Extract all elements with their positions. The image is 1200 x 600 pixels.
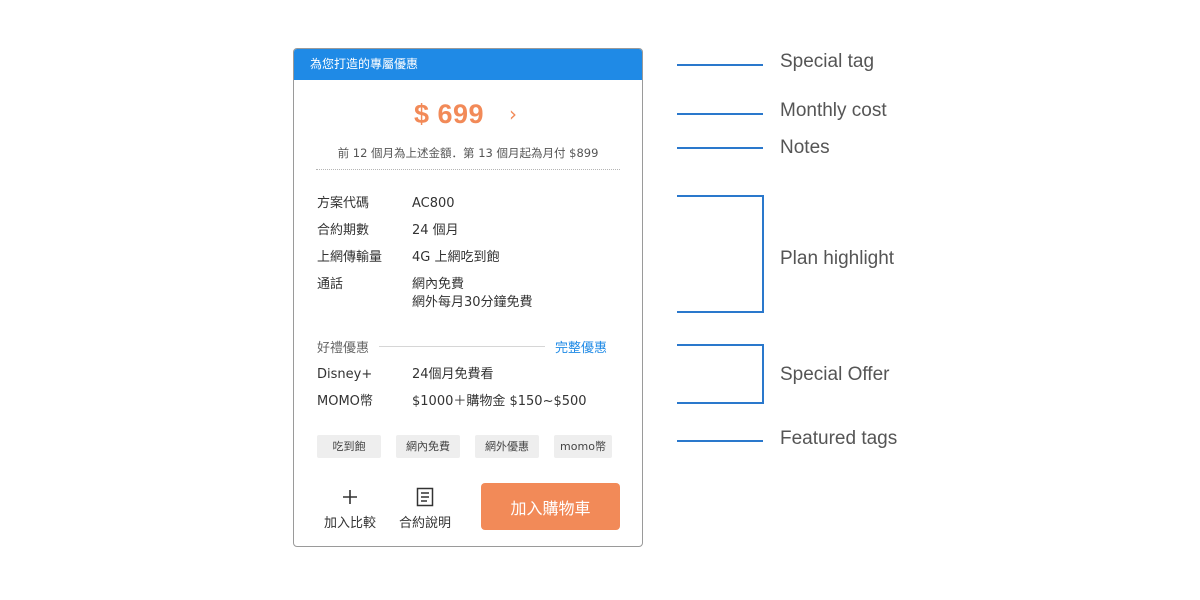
plan-row-value: 網內免費 網外每月30分鐘免費 [412, 276, 617, 312]
featured-tag: 網外優惠 [475, 435, 539, 458]
special-offer: Disney+ 24個月免費看 MOMO幣 $1000＋購物金 $150~$50… [317, 366, 617, 420]
offer-row: Disney+ 24個月免費看 [317, 366, 617, 384]
annotation-monthly-cost: Monthly cost [780, 100, 887, 121]
offer-value: 24個月免費看 [412, 367, 494, 382]
featured-tags: 吃到飽 網內免費 網外優惠 momo幣 [317, 435, 622, 458]
price-row[interactable]: $ 699 › [294, 99, 642, 133]
contract-info-button[interactable]: 合約說明 [392, 485, 458, 531]
annotation-bracket-offer-bottom [677, 402, 763, 404]
full-offer-link[interactable]: 完整優惠 [555, 337, 607, 356]
plan-row-label: 方案代碼 [317, 196, 370, 211]
plan-row-label: 上網傳輸量 [317, 250, 383, 265]
offer-divider [379, 345, 545, 347]
annotation-featured-tags: Featured tags [780, 428, 898, 449]
chevron-right-icon[interactable]: › [509, 102, 517, 126]
plan-row-value-line: 網內免費 [412, 277, 465, 292]
featured-tag: momo幣 [554, 435, 612, 458]
plan-row: 方案代碼 AC800 [317, 195, 617, 213]
annotation-bracket-plan-side [762, 195, 764, 313]
annotation-bracket-offer-side [762, 344, 764, 404]
plan-row-value: 24 個月 [412, 223, 459, 238]
featured-tag: 吃到飽 [317, 435, 381, 458]
featured-tag: 網內免費 [396, 435, 460, 458]
contract-info-label: 合約說明 [398, 516, 451, 531]
annotation-special-tag: Special tag [780, 51, 875, 72]
annotation-line-special-tag [677, 64, 763, 66]
plan-row-value-line: 網外每月30分鐘免費 [412, 295, 533, 310]
annotation-plan-highlight: Plan highlight [780, 248, 895, 269]
annotation-notes: Notes [780, 137, 830, 158]
annotation-line-notes [677, 147, 763, 149]
plan-row-value: 4G 上網吃到飽 [412, 250, 500, 265]
annotation-bracket-plan-top [677, 195, 763, 197]
annotation-bracket-offer-top [677, 344, 763, 346]
monthly-price: $ 699 [414, 99, 485, 129]
annotation-bracket-plan-bottom [677, 311, 763, 313]
add-compare-label: 加入比較 [323, 516, 376, 531]
special-tag: 為您打造的專屬優惠 [294, 49, 642, 80]
add-to-cart-button[interactable]: 加入購物車 [481, 483, 620, 530]
plan-row-label: 合約期數 [317, 223, 370, 238]
plan-row: 合約期數 24 個月 [317, 222, 617, 240]
plan-row-value: AC800 [412, 196, 455, 211]
special-offer-header: 好禮優惠 完整優惠 [317, 337, 607, 356]
annotation-special-offer: Special Offer [780, 364, 890, 385]
plan-highlight: 方案代碼 AC800 合約期數 24 個月 上網傳輸量 4G 上網吃到飽 通話 … [317, 195, 617, 321]
offer-title: 好禮優惠 [317, 340, 370, 356]
document-icon [392, 485, 458, 509]
offer-label: MOMO幣 [317, 394, 373, 409]
annotation-line-monthly-cost [677, 113, 763, 115]
offer-label: Disney+ [317, 367, 373, 382]
price-notes: 前 12 個月為上述金額．第 13 個月起為月付 $899 [337, 146, 599, 160]
offer-row: MOMO幣 $1000＋購物金 $150~$500 [317, 393, 617, 411]
add-compare-button[interactable]: 加入比較 [319, 485, 381, 531]
plan-card: 為您打造的專屬優惠 $ 699 › 前 12 個月為上述金額．第 13 個月起為… [293, 48, 643, 547]
offer-value: $1000＋購物金 $150~$500 [412, 394, 587, 409]
plan-row: 上網傳輸量 4G 上網吃到飽 [317, 249, 617, 267]
annotation-line-featured-tags [677, 440, 763, 442]
plan-row-label: 通話 [317, 277, 344, 292]
plan-row: 通話 網內免費 網外每月30分鐘免費 [317, 276, 617, 312]
plus-icon [319, 485, 381, 509]
divider [316, 169, 620, 170]
